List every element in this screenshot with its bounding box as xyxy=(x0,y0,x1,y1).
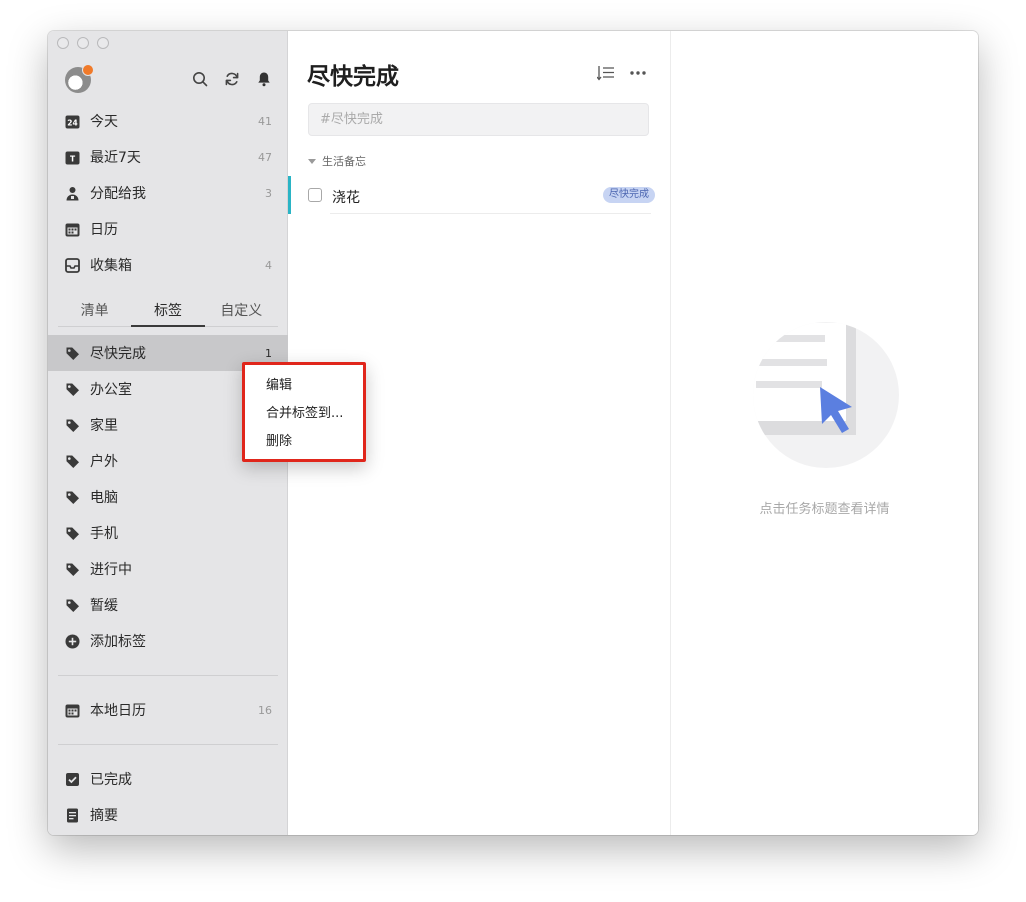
document-icon xyxy=(64,807,80,823)
sort-icon[interactable] xyxy=(596,63,616,83)
sidebar-item-label: 收集箱 xyxy=(90,258,132,274)
tag-icon xyxy=(64,417,80,433)
sidebar-item-label: 进行中 xyxy=(90,562,132,578)
close-window-button[interactable] xyxy=(57,37,69,49)
search-icon[interactable] xyxy=(190,69,210,89)
bell-icon[interactable] xyxy=(254,69,274,89)
add-tag-label: 添加标签 xyxy=(90,634,146,650)
sidebar-item-local-calendar[interactable]: 本地日历 16 xyxy=(48,692,288,728)
tag-icon xyxy=(64,453,80,469)
zoom-window-button[interactable] xyxy=(97,37,109,49)
sidebar-item-summary[interactable]: 摘要 xyxy=(48,797,288,833)
sidebar-item-label: 家里 xyxy=(90,418,118,434)
inbox-icon xyxy=(64,257,80,273)
item-count: 47 xyxy=(258,150,272,164)
item-count: 41 xyxy=(258,114,272,128)
premium-badge-icon xyxy=(82,64,94,76)
divider xyxy=(58,744,278,745)
menu-item-delete[interactable]: 删除 xyxy=(245,428,363,456)
sidebar-item-label: 摘要 xyxy=(90,808,118,824)
person-icon xyxy=(64,185,80,201)
selected-indicator xyxy=(288,176,291,214)
divider xyxy=(58,675,278,676)
item-count: 3 xyxy=(265,186,272,200)
tag-icon xyxy=(64,381,80,397)
sidebar-item-next-7-days[interactable]: T 最近7天 47 xyxy=(48,139,288,175)
plus-circle-icon xyxy=(64,633,80,649)
tag-icon xyxy=(64,561,80,577)
tag-context-menu: 编辑 合并标签到... 删除 xyxy=(242,362,366,462)
sidebar-item-label: 电脑 xyxy=(90,490,118,506)
quick-add-input[interactable] xyxy=(308,103,649,136)
calendar-icon xyxy=(64,221,80,237)
tag-icon xyxy=(64,525,80,541)
detail-pane: 点击任务标题查看详情 xyxy=(671,31,978,835)
tab-tags[interactable]: 标签 xyxy=(131,293,205,327)
sidebar-item-label: 今天 xyxy=(90,114,118,130)
window-controls xyxy=(57,37,109,49)
item-count: 1 xyxy=(265,346,272,360)
sidebar-item-label: 最近7天 xyxy=(90,150,141,166)
sidebar-item-inbox[interactable]: 收集箱 4 xyxy=(48,247,288,283)
group-title: 生活备忘 xyxy=(322,155,366,168)
sidebar-tabs: 清单 标签 自定义 xyxy=(58,293,278,327)
tag-icon xyxy=(64,597,80,613)
tab-lists[interactable]: 清单 xyxy=(58,293,131,326)
sidebar-item-calendar[interactable]: 日历 xyxy=(48,211,288,247)
tag-icon xyxy=(64,345,80,361)
svg-text:24: 24 xyxy=(67,118,77,127)
checkbox-checked-icon xyxy=(64,771,80,787)
sidebar-item-label: 户外 xyxy=(90,454,118,470)
sidebar-item-tag[interactable]: 电脑 xyxy=(48,479,288,515)
menu-item-merge-tag[interactable]: 合并标签到... xyxy=(245,400,363,428)
sidebar-item-label: 办公室 xyxy=(90,382,132,398)
more-icon[interactable] xyxy=(628,63,648,83)
page-title: 尽快完成 xyxy=(307,64,399,90)
sidebar-item-label: 尽快完成 xyxy=(90,346,146,362)
empty-state-illustration xyxy=(752,321,900,469)
tab-custom[interactable]: 自定义 xyxy=(205,293,278,326)
sidebar-item-label: 分配给我 xyxy=(90,186,146,202)
item-count: 4 xyxy=(265,258,272,272)
sidebar-item-today[interactable]: 24 今天 41 xyxy=(48,103,288,139)
calendar-today-icon: 24 xyxy=(64,113,80,129)
calendar-week-icon: T xyxy=(64,149,80,165)
sidebar-item-label: 已完成 xyxy=(90,772,132,788)
row-divider xyxy=(330,213,651,214)
sidebar-item-completed[interactable]: 已完成 xyxy=(48,761,288,797)
sidebar-item-tag[interactable]: 暂缓 xyxy=(48,587,288,623)
task-tag-badge[interactable]: 尽快完成 xyxy=(603,187,655,203)
menu-item-edit[interactable]: 编辑 xyxy=(245,372,363,400)
sidebar-item-label: 暂缓 xyxy=(90,598,118,614)
sidebar-item-tag[interactable]: 进行中 xyxy=(48,551,288,587)
svg-text:T: T xyxy=(69,154,75,163)
add-tag-button[interactable]: 添加标签 xyxy=(48,623,288,659)
chevron-down-icon xyxy=(308,158,316,164)
sidebar-toolbar xyxy=(190,69,274,89)
group-header[interactable]: 生活备忘 xyxy=(308,153,366,169)
sidebar-item-tag[interactable]: 手机 xyxy=(48,515,288,551)
calendar-icon xyxy=(64,702,80,718)
sidebar-item-label: 日历 xyxy=(90,222,118,238)
task-checkbox[interactable] xyxy=(308,188,322,202)
tag-icon xyxy=(64,489,80,505)
task-title: 浇花 xyxy=(332,190,360,206)
sidebar-item-assigned-to-me[interactable]: 分配给我 3 xyxy=(48,175,288,211)
app-window: 24 今天 41 T 最近7天 47 分配给我 3 日历 收集箱 4 清单 标签… xyxy=(48,31,978,835)
sidebar-item-label: 手机 xyxy=(90,526,118,542)
list-toolbar xyxy=(596,63,648,83)
empty-state-text: 点击任务标题查看详情 xyxy=(759,502,890,517)
sync-icon[interactable] xyxy=(222,69,242,89)
item-count: 16 xyxy=(258,703,272,717)
sidebar-item-label: 本地日历 xyxy=(90,703,146,719)
minimize-window-button[interactable] xyxy=(77,37,89,49)
task-row[interactable]: 浇花 尽快完成 xyxy=(288,176,671,214)
